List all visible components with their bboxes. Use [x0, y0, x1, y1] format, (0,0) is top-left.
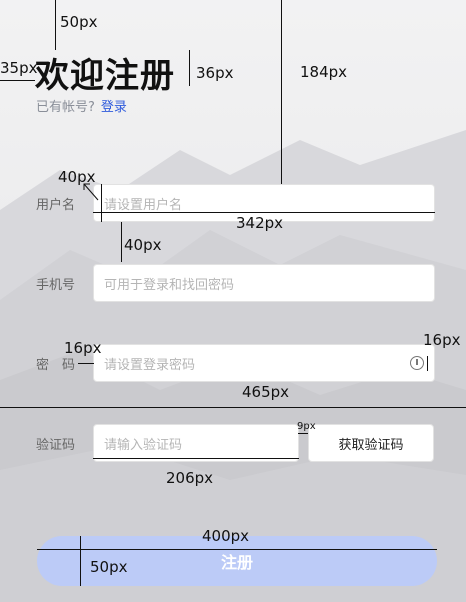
guide-line: [0, 407, 466, 408]
measure-label: 16px: [423, 331, 461, 349]
phone-placeholder: 可用于登录和找回密码: [104, 277, 235, 293]
password-placeholder: 请设置登录密码: [104, 357, 196, 373]
measure-label: 184px: [300, 63, 348, 81]
login-link[interactable]: 登录: [101, 100, 127, 115]
measure-label: 36px: [196, 64, 234, 82]
guide-line: [93, 458, 299, 459]
get-code-button[interactable]: 获取验证码: [308, 424, 434, 462]
guide-line: [281, 0, 282, 184]
measure-label: 206px: [166, 469, 214, 487]
guide-line: [80, 536, 81, 586]
measure-label: 16px: [64, 339, 102, 357]
password-field[interactable]: 请设置登录密码: [93, 344, 435, 382]
code-placeholder: 请输入验证码: [104, 437, 183, 453]
measure-label: 9px: [297, 421, 316, 432]
guide-line: [93, 212, 435, 213]
phone-label: 手机号: [36, 278, 76, 293]
guide-line: [37, 549, 437, 550]
guide-line: [427, 356, 428, 371]
login-prompt: 已有帐号? 登录: [36, 96, 127, 115]
info-icon[interactable]: [410, 356, 424, 370]
measure-label: 50px: [90, 558, 128, 576]
guide-line: [0, 80, 35, 81]
guide-line: [55, 0, 56, 50]
guide-line: [298, 433, 308, 434]
guide-line: [101, 184, 102, 222]
measure-label: 465px: [242, 383, 290, 401]
username-placeholder: 请设置用户名: [104, 197, 183, 213]
measure-label: 50px: [60, 13, 98, 31]
username-label: 用户名: [36, 198, 76, 213]
guide-line: [78, 363, 94, 364]
measure-label: 400px: [202, 527, 250, 545]
login-prompt-text: 已有帐号?: [36, 100, 95, 115]
code-label: 验证码: [36, 438, 76, 453]
phone-field[interactable]: 可用于登录和找回密码: [93, 264, 435, 302]
page-title: 欢迎注册: [35, 56, 175, 96]
measure-label: 342px: [236, 214, 284, 232]
measure-label: 40px: [58, 168, 96, 186]
guide-line: [121, 222, 122, 262]
guide-line: [189, 50, 190, 86]
measure-label: 40px: [124, 236, 162, 254]
code-field[interactable]: 请输入验证码: [93, 424, 299, 462]
measure-label: 35px: [0, 59, 38, 77]
